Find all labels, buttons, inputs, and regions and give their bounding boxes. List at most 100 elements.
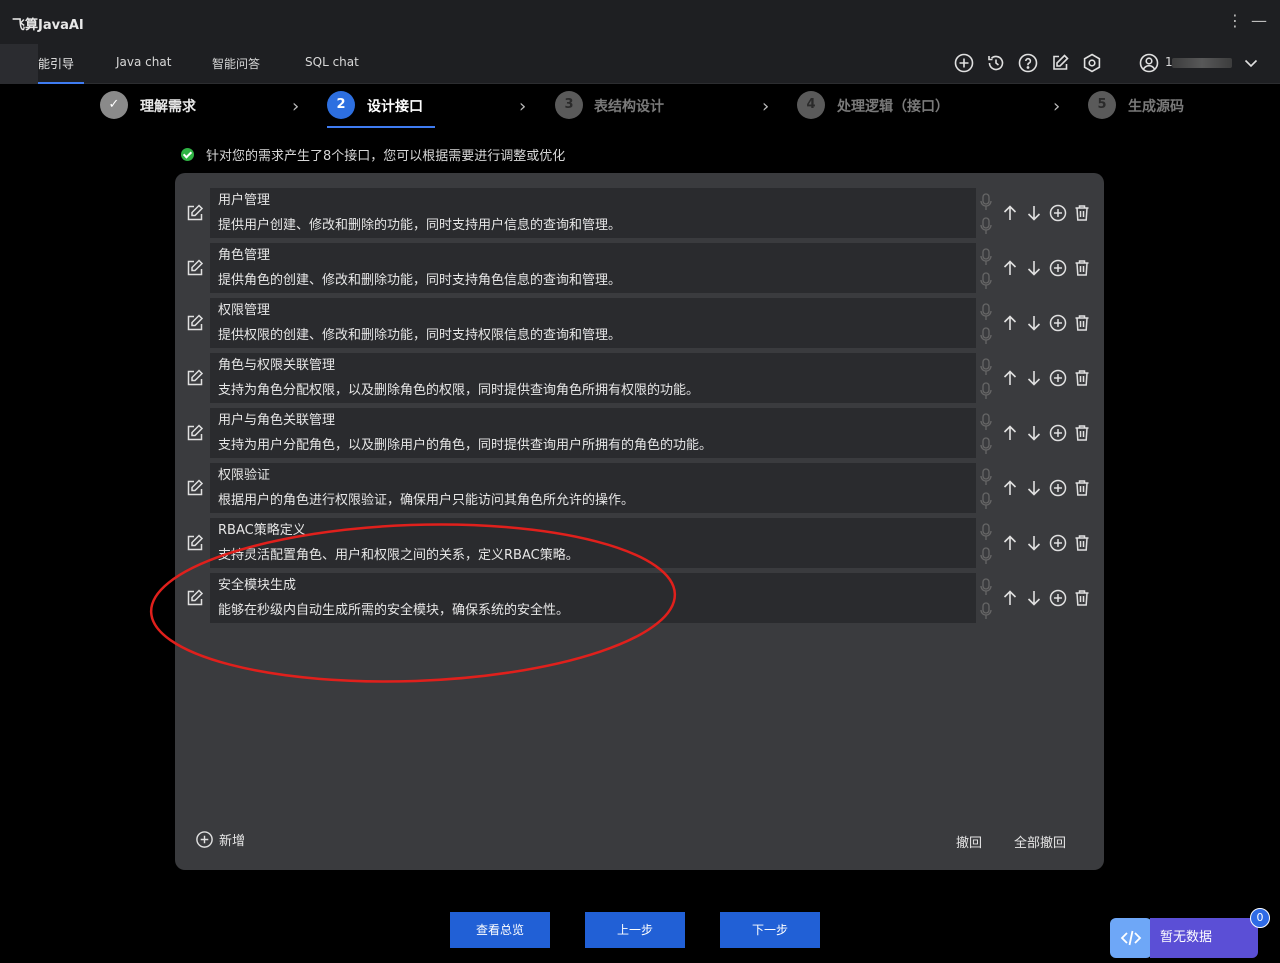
arrow-down-icon[interactable] bbox=[1025, 479, 1043, 497]
trash-icon[interactable] bbox=[1073, 259, 1091, 277]
microphone-icon[interactable] bbox=[979, 437, 993, 455]
microphone-icon[interactable] bbox=[979, 272, 993, 290]
edit-icon[interactable] bbox=[185, 368, 205, 388]
microphone-icon[interactable] bbox=[979, 382, 993, 400]
settings-icon[interactable] bbox=[1081, 52, 1103, 74]
microphone-icon[interactable] bbox=[979, 602, 993, 620]
interface-description[interactable]: 提供角色的创建、修改和删除功能，同时支持角色信息的查询和管理。 bbox=[218, 272, 968, 290]
edit-icon[interactable] bbox=[185, 203, 205, 223]
add-circle-icon[interactable] bbox=[1049, 259, 1067, 277]
interface-content[interactable]: 用户与角色关联管理 支持为用户分配角色，以及删除用户的角色，同时提供查询用户所拥有… bbox=[210, 408, 976, 458]
microphone-icon[interactable] bbox=[979, 193, 993, 211]
add-circle-icon[interactable] bbox=[1049, 479, 1067, 497]
edit-icon[interactable] bbox=[1049, 52, 1071, 74]
interface-description[interactable]: 支持为角色分配权限，以及删除角色的权限，同时提供查询角色所拥有权限的功能。 bbox=[218, 382, 968, 400]
add-circle-icon[interactable] bbox=[1049, 589, 1067, 607]
edit-icon[interactable] bbox=[185, 313, 205, 333]
microphone-icon[interactable] bbox=[979, 578, 993, 596]
trash-icon[interactable] bbox=[1073, 479, 1091, 497]
add-circle-icon[interactable] bbox=[953, 52, 975, 74]
arrow-down-icon[interactable] bbox=[1025, 259, 1043, 277]
microphone-icon[interactable] bbox=[979, 492, 993, 510]
arrow-down-icon[interactable] bbox=[1025, 204, 1043, 222]
interface-description[interactable]: 支持为用户分配角色，以及删除用户的角色，同时提供查询用户所拥有的角色的功能。 bbox=[218, 437, 968, 455]
interface-title[interactable]: 权限验证 bbox=[218, 467, 968, 485]
microphone-icon[interactable] bbox=[979, 413, 993, 431]
interface-title[interactable]: 安全模块生成 bbox=[218, 577, 968, 595]
arrow-up-icon[interactable] bbox=[1001, 204, 1019, 222]
step-5-label[interactable]: 生成源码 bbox=[1128, 96, 1184, 116]
arrow-down-icon[interactable] bbox=[1025, 534, 1043, 552]
edit-icon[interactable] bbox=[185, 478, 205, 498]
view-overview-button[interactable]: 查看总览 bbox=[450, 912, 550, 948]
interface-description[interactable]: 支持灵活配置角色、用户和权限之间的关系，定义RBAC策略。 bbox=[218, 547, 968, 565]
microphone-icon[interactable] bbox=[979, 468, 993, 486]
microphone-icon[interactable] bbox=[979, 248, 993, 266]
trash-icon[interactable] bbox=[1073, 424, 1091, 442]
microphone-icon[interactable] bbox=[979, 523, 993, 541]
trash-icon[interactable] bbox=[1073, 369, 1091, 387]
arrow-up-icon[interactable] bbox=[1001, 314, 1019, 332]
trash-icon[interactable] bbox=[1073, 534, 1091, 552]
arrow-up-icon[interactable] bbox=[1001, 479, 1019, 497]
arrow-up-icon[interactable] bbox=[1001, 259, 1019, 277]
tab-smart-qa[interactable]: 智能问答 bbox=[212, 55, 260, 72]
trash-icon[interactable] bbox=[1073, 314, 1091, 332]
interface-description[interactable]: 提供权限的创建、修改和删除功能，同时支持权限信息的查询和管理。 bbox=[218, 327, 968, 345]
microphone-icon[interactable] bbox=[979, 547, 993, 565]
arrow-up-icon[interactable] bbox=[1001, 534, 1019, 552]
undo-button[interactable]: 撤回 bbox=[956, 832, 982, 851]
interface-content[interactable]: 权限验证根据用户的角色进行权限验证，确保用户只能访问其角色所允许的操作。 bbox=[210, 463, 976, 513]
step-4-label[interactable]: 处理逻辑（接口） bbox=[837, 96, 949, 116]
microphone-icon[interactable] bbox=[979, 327, 993, 345]
trash-icon[interactable] bbox=[1073, 589, 1091, 607]
add-circle-icon[interactable] bbox=[1049, 534, 1067, 552]
trash-icon[interactable] bbox=[1073, 204, 1091, 222]
microphone-icon[interactable] bbox=[979, 303, 993, 321]
interface-title[interactable]: RBAC策略定义 bbox=[218, 522, 968, 540]
undo-all-button[interactable]: 全部撤回 bbox=[1014, 832, 1066, 851]
code-widget-button[interactable] bbox=[1110, 918, 1152, 958]
interface-description[interactable]: 能够在秒级内自动生成所需的安全模块，确保系统的安全性。 bbox=[218, 602, 968, 620]
arrow-up-icon[interactable] bbox=[1001, 589, 1019, 607]
interface-description[interactable]: 根据用户的角色进行权限验证，确保用户只能访问其角色所允许的操作。 bbox=[218, 492, 968, 510]
microphone-icon[interactable] bbox=[979, 358, 993, 376]
interface-content[interactable]: 安全模块生成 能够在秒级内自动生成所需的安全模块，确保系统的安全性。 bbox=[210, 573, 976, 623]
arrow-down-icon[interactable] bbox=[1025, 424, 1043, 442]
edit-icon[interactable] bbox=[185, 423, 205, 443]
interface-description[interactable]: 提供用户创建、修改和删除的功能，同时支持用户信息的查询和管理。 bbox=[218, 217, 968, 235]
add-circle-icon[interactable] bbox=[1049, 424, 1067, 442]
next-step-button[interactable]: 下一步 bbox=[720, 912, 820, 948]
interface-content[interactable]: 角色与权限关联管理 支持为角色分配权限，以及删除角色的权限，同时提供查询角色所拥有… bbox=[210, 353, 976, 403]
add-circle-icon[interactable] bbox=[1049, 314, 1067, 332]
interface-title[interactable]: 角色与权限关联管理 bbox=[218, 357, 968, 375]
add-circle-icon[interactable] bbox=[1049, 204, 1067, 222]
edit-icon[interactable] bbox=[185, 533, 205, 553]
arrow-down-icon[interactable] bbox=[1025, 314, 1043, 332]
interface-content[interactable]: RBAC策略定义 支持灵活配置角色、用户和权限之间的关系，定义RBAC策略。 bbox=[210, 518, 976, 568]
arrow-down-icon[interactable] bbox=[1025, 369, 1043, 387]
history-icon[interactable] bbox=[985, 52, 1007, 74]
user-icon[interactable] bbox=[1138, 52, 1160, 74]
tab-java-chat[interactable]: Java chat bbox=[116, 55, 171, 69]
no-data-label[interactable]: 暂无数据 bbox=[1150, 918, 1258, 958]
tab-guide[interactable]: 能引导 bbox=[38, 55, 74, 72]
previous-step-button[interactable]: 上一步 bbox=[585, 912, 685, 948]
step-1-label[interactable]: 理解需求 bbox=[140, 96, 196, 116]
more-menu-icon[interactable]: ⋮ bbox=[1226, 12, 1244, 30]
step-2-label[interactable]: 设计接口 bbox=[367, 96, 423, 116]
interface-title[interactable]: 用户与角色关联管理 bbox=[218, 412, 968, 430]
interface-content[interactable]: 用户管理 提供用户创建、修改和删除的功能，同时支持用户信息的查询和管理。 bbox=[210, 188, 976, 238]
edit-icon[interactable] bbox=[185, 258, 205, 278]
interface-content[interactable]: 权限管理 提供权限的创建、修改和删除功能，同时支持权限信息的查询和管理。 bbox=[210, 298, 976, 348]
help-icon[interactable] bbox=[1017, 52, 1039, 74]
microphone-icon[interactable] bbox=[979, 217, 993, 235]
add-new-button[interactable]: 新增 bbox=[195, 830, 245, 849]
arrow-up-icon[interactable] bbox=[1001, 424, 1019, 442]
arrow-up-icon[interactable] bbox=[1001, 369, 1019, 387]
minimize-icon[interactable]: — bbox=[1250, 12, 1268, 30]
interface-title[interactable]: 角色管理 bbox=[218, 247, 968, 265]
interface-content[interactable]: 角色管理提供角色的创建、修改和删除功能，同时支持角色信息的查询和管理。 bbox=[210, 243, 976, 293]
edit-icon[interactable] bbox=[185, 588, 205, 608]
add-circle-icon[interactable] bbox=[1049, 369, 1067, 387]
